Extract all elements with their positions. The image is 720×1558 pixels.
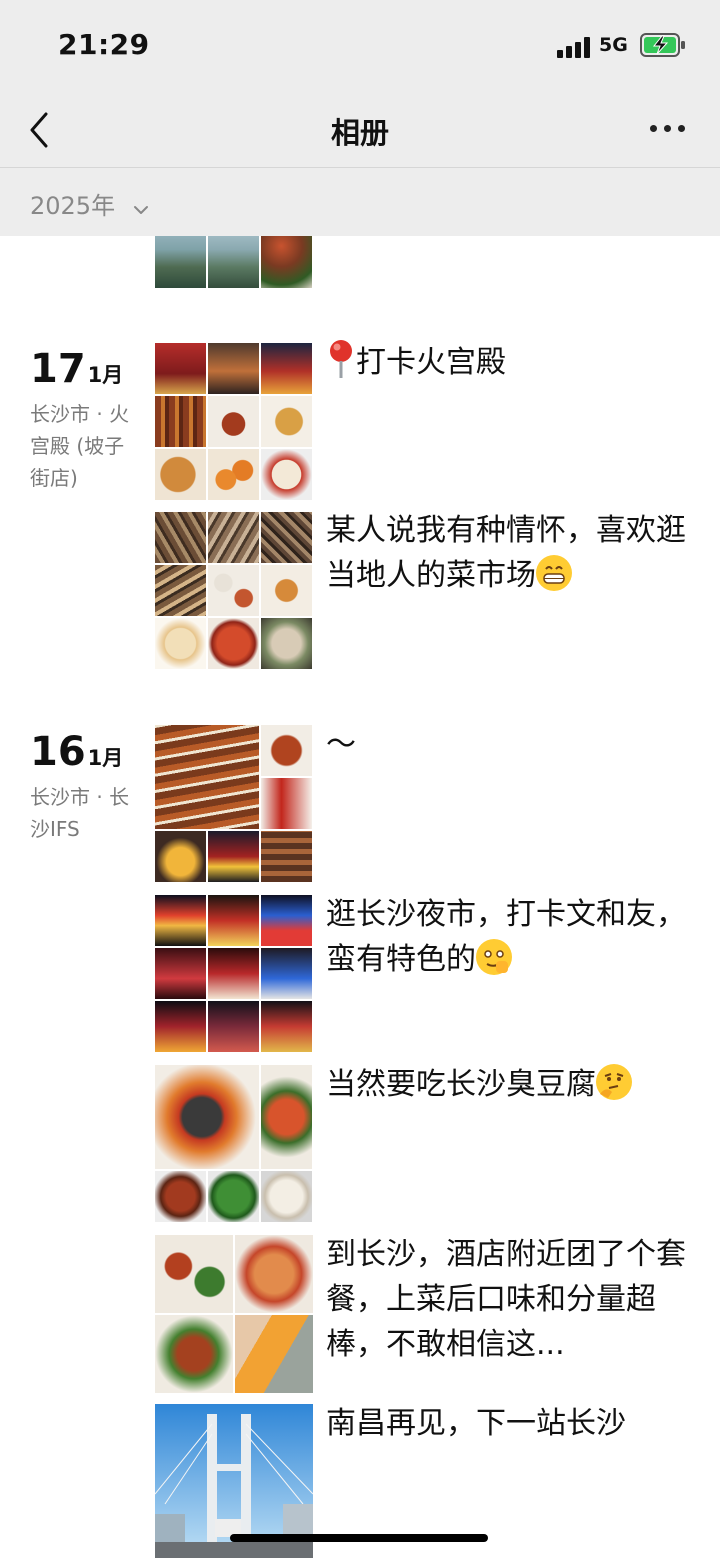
more-dots-icon[interactable] <box>650 125 686 135</box>
status-bar: 21:29 5G <box>0 0 720 92</box>
photo-grid[interactable] <box>155 343 313 501</box>
photo-grid[interactable] <box>155 1065 313 1223</box>
grinning-emoji <box>536 555 572 591</box>
post-caption[interactable]: 逛长沙夜市，打卡文和友，蛮有特色的 <box>326 892 686 982</box>
page-title: 相册 <box>330 116 389 150</box>
battery-charging-icon <box>640 33 685 57</box>
date-location: 长沙市 · 长沙IFS <box>30 785 130 841</box>
date-day: 161月 <box>30 729 124 775</box>
photo-grid[interactable] <box>155 895 313 1053</box>
post-caption[interactable]: 当然要吃长沙臭豆腐 <box>326 1062 686 1107</box>
year-label: 2025年 <box>30 192 116 220</box>
photo-grid[interactable] <box>155 725 313 883</box>
nav-bar: 相册 <box>0 92 720 168</box>
date-location: 长沙市 · 火宫殿 (坡子街店) <box>30 402 130 490</box>
signal-icon <box>557 36 591 58</box>
photo-grid[interactable] <box>155 1235 313 1393</box>
photo-grid[interactable] <box>155 512 313 670</box>
network-type: 5G <box>599 34 628 56</box>
wink-emoji <box>476 939 512 975</box>
status-time: 21:29 <box>58 28 150 61</box>
post-caption[interactable]: 某人说我有种情怀，喜欢逛当地人的菜市场 <box>326 508 686 598</box>
year-filter[interactable]: 2025年 <box>30 186 149 221</box>
date-day: 171月 <box>30 346 124 392</box>
thinking-emoji <box>596 1064 632 1100</box>
post-caption[interactable]: 到长沙，酒店附近团了个套餐，上菜后口味和分量超棒，不敢相信这... <box>326 1232 686 1367</box>
post-caption[interactable]: ～ <box>326 722 686 767</box>
post-caption[interactable]: 打卡火宫殿 <box>326 338 686 385</box>
home-indicator[interactable] <box>230 1534 488 1542</box>
location-pin-icon <box>326 338 356 380</box>
post-caption[interactable]: 南昌再见，下一站长沙 <box>326 1401 686 1446</box>
header: 21:29 5G 相册 2025年 <box>0 0 720 236</box>
chevron-down-icon <box>133 193 149 221</box>
